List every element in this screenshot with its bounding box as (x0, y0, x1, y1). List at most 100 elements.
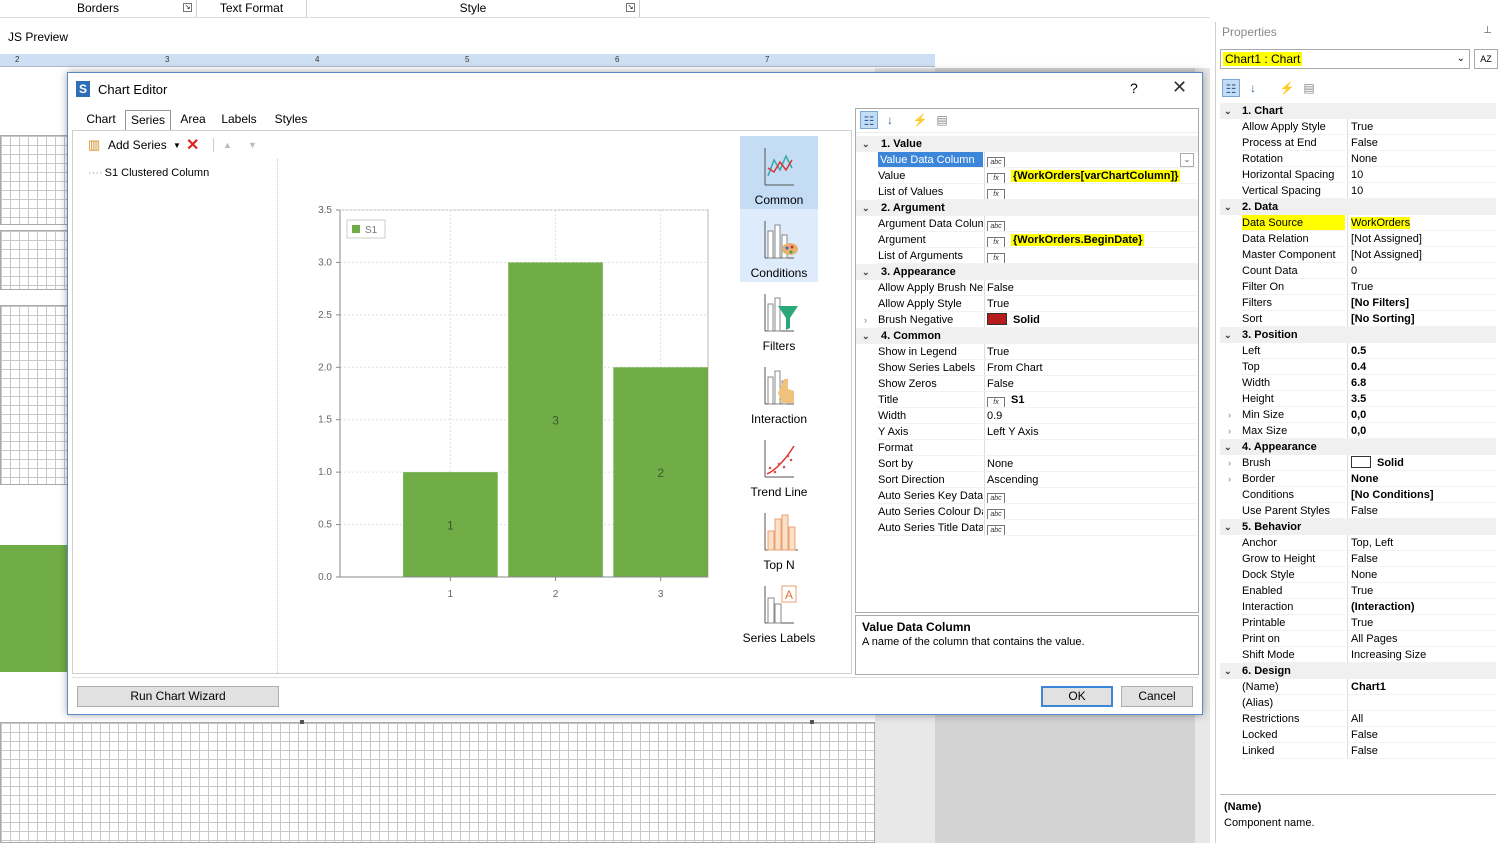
ribbon-group-text-format[interactable]: Text Format (197, 0, 307, 17)
property-value[interactable]: 10 (1347, 183, 1496, 199)
property-value[interactable]: Ascending (984, 472, 1198, 488)
preview-tab[interactable]: JS Preview (0, 28, 935, 46)
property-category[interactable]: ⌄ 4. Common (856, 328, 1198, 344)
expand-icon[interactable]: › (1228, 471, 1231, 487)
property-value[interactable]: abc (984, 216, 1198, 232)
property-value[interactable]: Top, Left (1347, 535, 1496, 551)
property-row[interactable]: › Max Size 0,0 (1220, 423, 1496, 439)
property-value[interactable]: fx {WorkOrders[varChartColumn]} (984, 168, 1198, 184)
move-up-icon[interactable]: ▲ (223, 140, 232, 150)
property-value[interactable]: abc ⌄ (984, 152, 1198, 168)
property-row[interactable]: Show in Legend True (856, 344, 1198, 360)
add-series-icon[interactable]: ▥ (88, 138, 102, 152)
property-row[interactable]: Rotation None (1220, 151, 1496, 167)
property-value[interactable]: True (984, 296, 1198, 312)
property-row[interactable]: Count Data 0 (1220, 263, 1496, 279)
data-column-icon[interactable]: abc (987, 525, 1005, 535)
property-row[interactable]: Linked False (1220, 743, 1496, 759)
property-value[interactable]: False (1347, 135, 1496, 151)
property-pages-icon[interactable]: ▤ (1300, 79, 1318, 97)
launcher-icon[interactable]: ↘ (626, 3, 635, 12)
tab-labels[interactable]: Labels (216, 110, 262, 130)
property-value[interactable]: [No Sorting] (1347, 311, 1496, 327)
category-series-labels[interactable]: A Series Labels (740, 574, 818, 647)
property-row[interactable]: Shift Mode Increasing Size (1220, 647, 1496, 663)
ok-button[interactable]: OK (1041, 686, 1113, 707)
property-row[interactable]: Dock Style None (1220, 567, 1496, 583)
run-chart-wizard-button[interactable]: Run Chart Wizard (77, 686, 279, 707)
property-value[interactable]: None (984, 456, 1198, 472)
data-column-icon[interactable]: abc (987, 157, 1005, 167)
property-row[interactable]: Auto Series Title Data Column abc (856, 520, 1198, 536)
data-column-icon[interactable]: abc (987, 493, 1005, 503)
pin-icon[interactable]: ⊥ (1483, 25, 1492, 36)
expression-icon[interactable]: fx (987, 189, 1005, 199)
property-value[interactable]: 0,0 (1347, 407, 1496, 423)
category-common[interactable]: Common (740, 136, 818, 209)
property-value[interactable]: abc (984, 520, 1198, 536)
property-category[interactable]: ⌄ 2. Data (1220, 199, 1496, 215)
property-category[interactable]: ⌄ 1. Chart (1220, 103, 1496, 119)
property-row[interactable]: Format (856, 440, 1198, 456)
property-value[interactable]: True (1347, 615, 1496, 631)
category-trend-line[interactable]: Trend Line (740, 428, 818, 501)
property-pages-icon[interactable]: ▤ (933, 111, 951, 129)
property-row[interactable]: Filter On True (1220, 279, 1496, 295)
property-value[interactable]: WorkOrders (1347, 215, 1496, 231)
property-row[interactable]: Auto Series Colour Data Column abc (856, 504, 1198, 520)
property-row[interactable]: Y Axis Left Y Axis (856, 424, 1198, 440)
property-category[interactable]: ⌄ 6. Design (1220, 663, 1496, 679)
property-value[interactable]: Solid (1347, 455, 1496, 471)
property-value[interactable]: None (1347, 151, 1496, 167)
property-value[interactable]: [Not Assigned] (1347, 231, 1496, 247)
collapse-icon[interactable]: ⌄ (1224, 199, 1236, 215)
expand-icon[interactable]: › (1228, 423, 1231, 439)
property-row[interactable]: Conditions [No Conditions] (1220, 487, 1496, 503)
expression-icon[interactable]: fx (987, 253, 1005, 263)
property-row[interactable]: Vertical Spacing 10 (1220, 183, 1496, 199)
property-row[interactable]: (Alias) (1220, 695, 1496, 711)
property-value[interactable]: 0.9 (984, 408, 1198, 424)
property-value[interactable]: [No Filters] (1347, 295, 1496, 311)
collapse-icon[interactable]: ⌄ (1224, 327, 1236, 343)
property-row[interactable]: List of Values fx (856, 184, 1198, 200)
property-row[interactable]: Width 0.9 (856, 408, 1198, 424)
property-row[interactable]: Print on All Pages (1220, 631, 1496, 647)
collapse-icon[interactable]: ⌄ (862, 264, 870, 280)
chevron-down-icon[interactable]: ▼ (173, 141, 181, 150)
expand-icon[interactable]: › (1228, 455, 1231, 471)
property-value[interactable]: 6.8 (1347, 375, 1496, 391)
property-row[interactable]: Data Source WorkOrders (1220, 215, 1496, 231)
property-value[interactable]: fx (984, 248, 1198, 264)
categorized-icon[interactable]: ☷ (1222, 79, 1240, 97)
launcher-icon[interactable]: ↘ (183, 3, 192, 12)
property-row[interactable]: Restrictions All (1220, 711, 1496, 727)
expand-icon[interactable]: › (864, 312, 867, 328)
property-value[interactable]: fx (984, 184, 1198, 200)
collapse-icon[interactable]: ⌄ (1224, 439, 1236, 455)
property-category[interactable]: ⌄ 5. Behavior (1220, 519, 1496, 535)
ribbon-group-borders[interactable]: Borders ↘ (0, 0, 197, 17)
events-icon[interactable]: ⚡ (1278, 79, 1296, 97)
property-row[interactable]: Value Data Column abc ⌄ (856, 152, 1198, 168)
category-top-n[interactable]: Top N (740, 501, 818, 574)
chart-component-preview[interactable] (0, 545, 68, 672)
property-value[interactable]: Chart1 (1347, 679, 1496, 695)
property-row[interactable]: Master Component [Not Assigned] (1220, 247, 1496, 263)
property-value[interactable]: False (984, 376, 1198, 392)
property-value[interactable]: True (1347, 279, 1496, 295)
property-row[interactable]: Printable True (1220, 615, 1496, 631)
collapse-icon[interactable]: ⌄ (862, 328, 870, 344)
property-value[interactable]: False (984, 280, 1198, 296)
collapse-icon[interactable]: ⌄ (1224, 103, 1236, 119)
property-row[interactable]: Show Zeros False (856, 376, 1198, 392)
property-value[interactable]: 3.5 (1347, 391, 1496, 407)
series-list-item[interactable]: S1 Clustered Column (88, 167, 210, 179)
property-value[interactable]: 0.5 (1347, 343, 1496, 359)
cancel-button[interactable]: Cancel (1121, 686, 1193, 707)
tab-area[interactable]: Area (174, 110, 212, 130)
property-row[interactable]: Sort [No Sorting] (1220, 311, 1496, 327)
category-conditions[interactable]: Conditions (740, 209, 818, 282)
property-value[interactable]: (Interaction) (1347, 599, 1496, 615)
property-row[interactable]: Anchor Top, Left (1220, 535, 1496, 551)
